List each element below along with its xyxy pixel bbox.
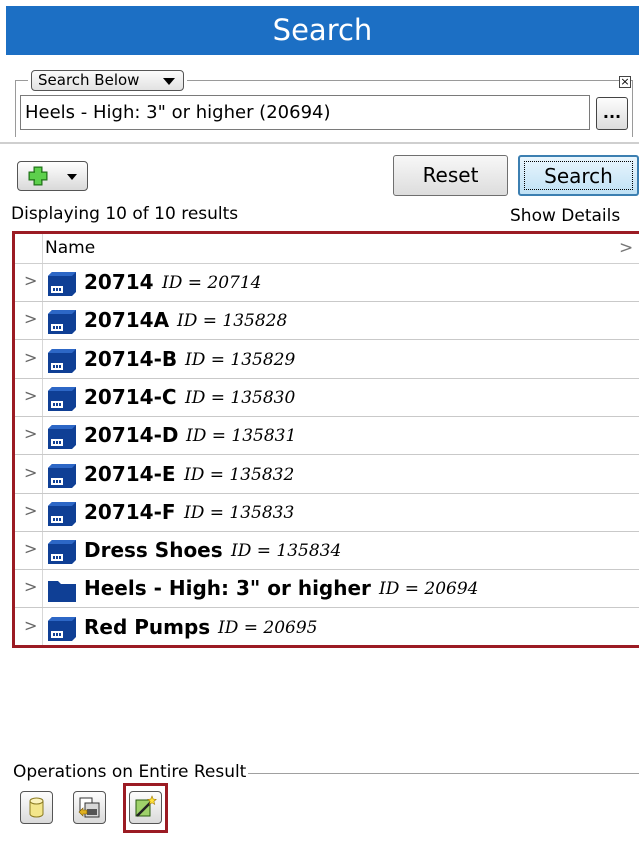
result-id: ID = 135834 [231,541,342,562]
export-icon [78,797,100,818]
part-icon [48,501,76,526]
part-icon [48,386,76,411]
expand-chevron-icon[interactable]: > [24,539,37,558]
part-icon [48,616,76,641]
expand-chevron-icon[interactable]: > [24,309,37,328]
result-row[interactable]: > Heels - High: 3" or higher ID = 20694 [15,570,639,609]
result-id: ID = 20714 [162,273,262,293]
search-panel-title: Search [6,6,639,55]
result-row[interactable]: >20714-E ID = 135832 [15,456,639,494]
result-count: Displaying 10 of 10 results [11,204,239,224]
search-button[interactable]: Search [518,155,639,196]
database-button[interactable] [20,791,53,824]
expand-chevron-icon[interactable]: > [24,424,37,443]
result-id: ID = 20695 [218,617,318,638]
part-icon [48,540,76,565]
result-row[interactable]: >20714-B ID = 135829 [15,341,639,379]
result-row[interactable]: > Red Pumps ID = 20695 [15,609,639,645]
reset-button[interactable]: Reset [393,155,508,196]
result-name[interactable]: 20714-F [84,500,176,524]
magic-wand-icon [135,795,157,817]
expand-chevron-icon[interactable]: > [24,616,37,635]
search-button-label: Search [544,164,613,188]
result-row[interactable]: >20714-D ID = 135831 [15,417,639,456]
browse-button[interactable]: ... [596,97,628,130]
name-column-header[interactable]: Name [45,238,95,258]
result-name[interactable]: 20714-B [84,347,177,371]
part-icon [48,463,76,488]
dropdown-arrow-icon [67,174,77,180]
result-row[interactable]: >20714 ID = 20714 [15,264,639,302]
result-id: ID = 135829 [185,349,296,370]
expand-chevron-icon[interactable]: > [24,501,37,520]
result-name[interactable]: 20714-E [84,462,176,486]
result-row[interactable]: >20714-C ID = 135830 [15,379,639,417]
operations-label: Operations on Entire Result [13,762,249,782]
result-name[interactable]: Red Pumps [84,615,210,639]
expand-chevron-icon[interactable]: > [24,348,37,367]
results-list: Name > >20714 ID = 20714 >20714A ID = 13582… [12,231,639,648]
add-criteria-button[interactable] [17,161,88,191]
expand-chevron-icon[interactable]: > [24,463,37,482]
result-id: ID = 135832 [184,464,295,485]
result-name[interactable]: 20714-D [84,423,178,447]
column-header[interactable]: Name > [15,234,639,264]
result-id: ID = 135830 [185,387,296,408]
folder-icon [48,581,76,603]
database-icon [29,797,44,818]
green-plus-icon [28,166,48,186]
result-name[interactable]: 20714-C [84,385,177,409]
result-id: ID = 135833 [184,502,295,523]
result-id: ID = 135828 [177,311,288,332]
show-details-link[interactable]: Show Details [510,206,620,226]
part-icon [48,348,76,373]
column-chevron-icon[interactable]: > [619,238,633,258]
expand-chevron-icon[interactable]: > [24,271,37,290]
magic-wand-button[interactable] [129,791,162,824]
result-id: ID = 135831 [186,426,297,447]
result-row[interactable]: >20714-F ID = 135833 [15,494,639,532]
result-row[interactable]: > Dress Shoes ID = 135834 [15,532,639,571]
expand-chevron-icon[interactable]: > [24,386,37,405]
part-icon [48,310,76,335]
result-name[interactable]: Heels - High: 3" or higher [84,576,371,600]
expand-chevron-icon[interactable]: > [24,577,37,596]
search-scope-dropdown[interactable]: Search Below [31,70,184,91]
export-button[interactable] [73,791,106,824]
dropdown-arrow-icon [163,78,175,85]
section-divider [0,142,639,144]
search-scope-label: Search Below [38,71,140,89]
part-icon [48,425,76,450]
result-name[interactable]: 20714A [84,308,169,332]
result-row[interactable]: >20714A ID = 135828 [15,302,639,341]
remove-criteria-icon[interactable]: × [619,76,631,88]
result-id: ID = 20694 [379,579,479,600]
part-icon [48,272,76,296]
result-name[interactable]: Dress Shoes [84,538,223,562]
result-name[interactable]: 20714 [84,270,154,294]
search-criteria-field[interactable]: Heels - High: 3" or higher (20694) [20,95,590,130]
